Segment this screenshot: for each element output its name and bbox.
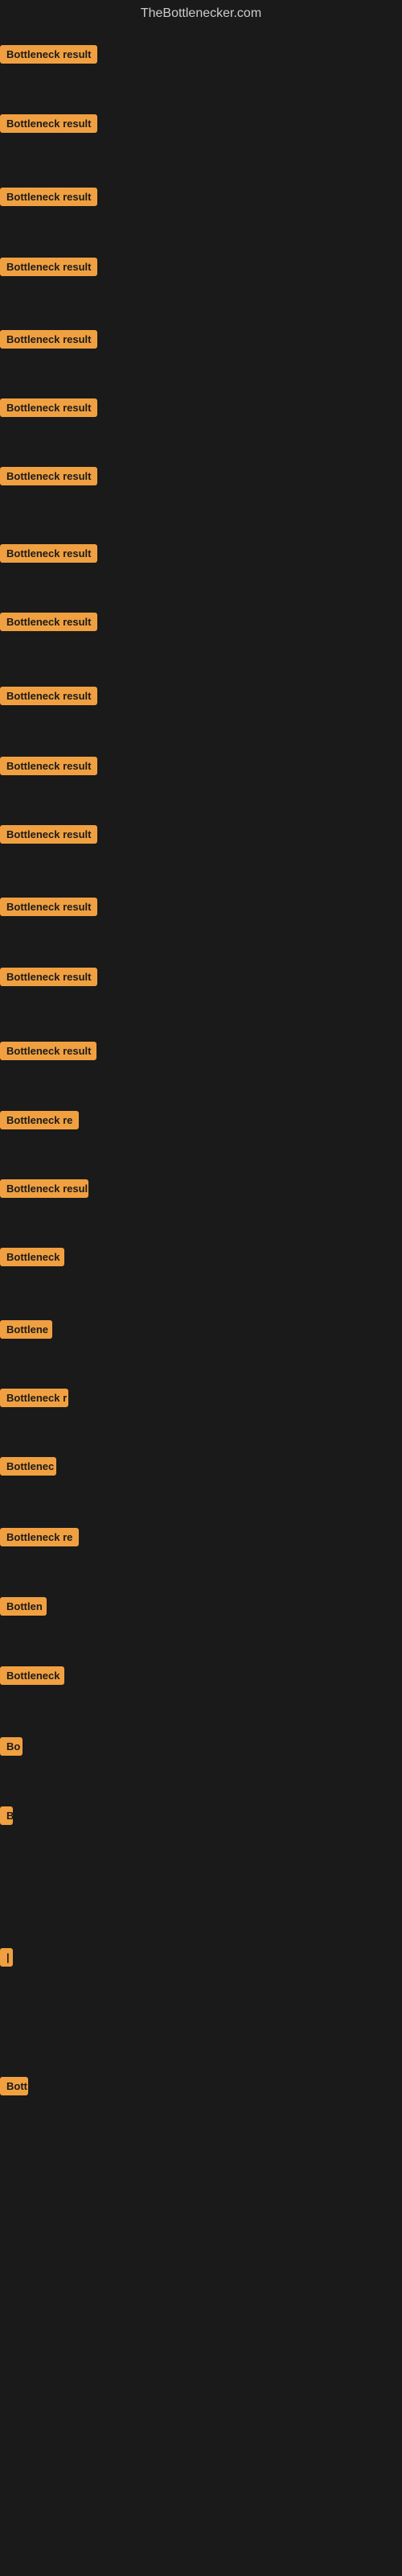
bottleneck-result-label[interactable]: Bottleneck resul bbox=[0, 1179, 88, 1198]
bottleneck-row: Bottlenec bbox=[0, 1457, 56, 1476]
bottleneck-result-label[interactable]: | bbox=[0, 1948, 13, 1967]
site-header: TheBottlenecker.com bbox=[0, 0, 402, 31]
bottleneck-result-label[interactable]: Bottleneck result bbox=[0, 114, 97, 133]
bottleneck-row: Bottleneck result bbox=[0, 45, 97, 64]
bottleneck-row: Bottleneck result bbox=[0, 1042, 96, 1060]
bottleneck-row: Bottleneck re bbox=[0, 1111, 79, 1129]
bottleneck-result-label[interactable]: Bottleneck result bbox=[0, 258, 97, 276]
bottleneck-row: Bottleneck result bbox=[0, 544, 97, 563]
bottleneck-row: Bottleneck result bbox=[0, 330, 97, 349]
bottleneck-row: Bottleneck result bbox=[0, 188, 97, 206]
bottleneck-row: Bottleneck result bbox=[0, 613, 97, 631]
bottleneck-result-label[interactable]: Bottlenec bbox=[0, 1457, 56, 1476]
bottleneck-result-label[interactable]: Bottleneck re bbox=[0, 1111, 79, 1129]
bottleneck-row: Bott bbox=[0, 2077, 28, 2095]
bottleneck-result-label[interactable]: Bottleneck result bbox=[0, 330, 97, 349]
bottleneck-result-label[interactable]: B bbox=[0, 1806, 13, 1825]
bottleneck-row: Bottleneck result bbox=[0, 398, 97, 417]
bottleneck-result-label[interactable]: Bottleneck result bbox=[0, 613, 97, 631]
bottleneck-result-label[interactable]: Bottleneck result bbox=[0, 1042, 96, 1060]
bottleneck-result-label[interactable]: Bottleneck re bbox=[0, 1528, 79, 1546]
bottleneck-result-label[interactable]: Bo bbox=[0, 1737, 23, 1756]
bottleneck-row: Bottleneck result bbox=[0, 757, 97, 775]
bottleneck-row: Bottleneck r bbox=[0, 1389, 68, 1407]
bottleneck-row: Bottleneck result bbox=[0, 687, 97, 705]
bottleneck-result-label[interactable]: Bottlene bbox=[0, 1320, 52, 1339]
bottleneck-row: Bottleneck result bbox=[0, 825, 97, 844]
bottleneck-result-label[interactable]: Bottleneck r bbox=[0, 1389, 68, 1407]
bottleneck-row: Bottleneck resul bbox=[0, 1179, 88, 1198]
bottleneck-result-label[interactable]: Bottleneck bbox=[0, 1666, 64, 1685]
bottleneck-row: Bottlene bbox=[0, 1320, 52, 1339]
bottleneck-result-label[interactable]: Bottleneck result bbox=[0, 687, 97, 705]
bottleneck-row: Bo bbox=[0, 1737, 23, 1756]
bottleneck-row: Bottleneck re bbox=[0, 1528, 79, 1546]
bottleneck-result-label[interactable]: Bottleneck result bbox=[0, 968, 97, 986]
bottleneck-row: Bottleneck result bbox=[0, 898, 97, 916]
bottleneck-row: Bottleneck result bbox=[0, 968, 97, 986]
bottleneck-result-label[interactable]: Bottlen bbox=[0, 1597, 47, 1616]
bottleneck-row: B bbox=[0, 1806, 13, 1825]
bottleneck-result-label[interactable]: Bottleneck result bbox=[0, 898, 97, 916]
bottleneck-result-label[interactable]: Bottleneck result bbox=[0, 45, 97, 64]
bottleneck-result-label[interactable]: Bottleneck result bbox=[0, 398, 97, 417]
bottleneck-result-label[interactable]: Bottleneck result bbox=[0, 825, 97, 844]
bottleneck-result-label[interactable]: Bottleneck result bbox=[0, 757, 97, 775]
bottleneck-row: Bottleneck result bbox=[0, 467, 97, 485]
bottleneck-result-label[interactable]: Bottleneck bbox=[0, 1248, 64, 1266]
bottleneck-row: | bbox=[0, 1948, 13, 1967]
bottleneck-row: Bottleneck bbox=[0, 1666, 64, 1685]
site-title: TheBottlenecker.com bbox=[141, 6, 261, 20]
bottleneck-row: Bottleneck result bbox=[0, 258, 97, 276]
bottleneck-result-label[interactable]: Bottleneck result bbox=[0, 467, 97, 485]
bottleneck-result-label[interactable]: Bottleneck result bbox=[0, 188, 97, 206]
bottleneck-row: Bottlen bbox=[0, 1597, 47, 1616]
bottleneck-result-label[interactable]: Bottleneck result bbox=[0, 544, 97, 563]
bottleneck-result-label[interactable]: Bott bbox=[0, 2077, 28, 2095]
bottleneck-row: Bottleneck result bbox=[0, 114, 97, 133]
bottleneck-row: Bottleneck bbox=[0, 1248, 64, 1266]
